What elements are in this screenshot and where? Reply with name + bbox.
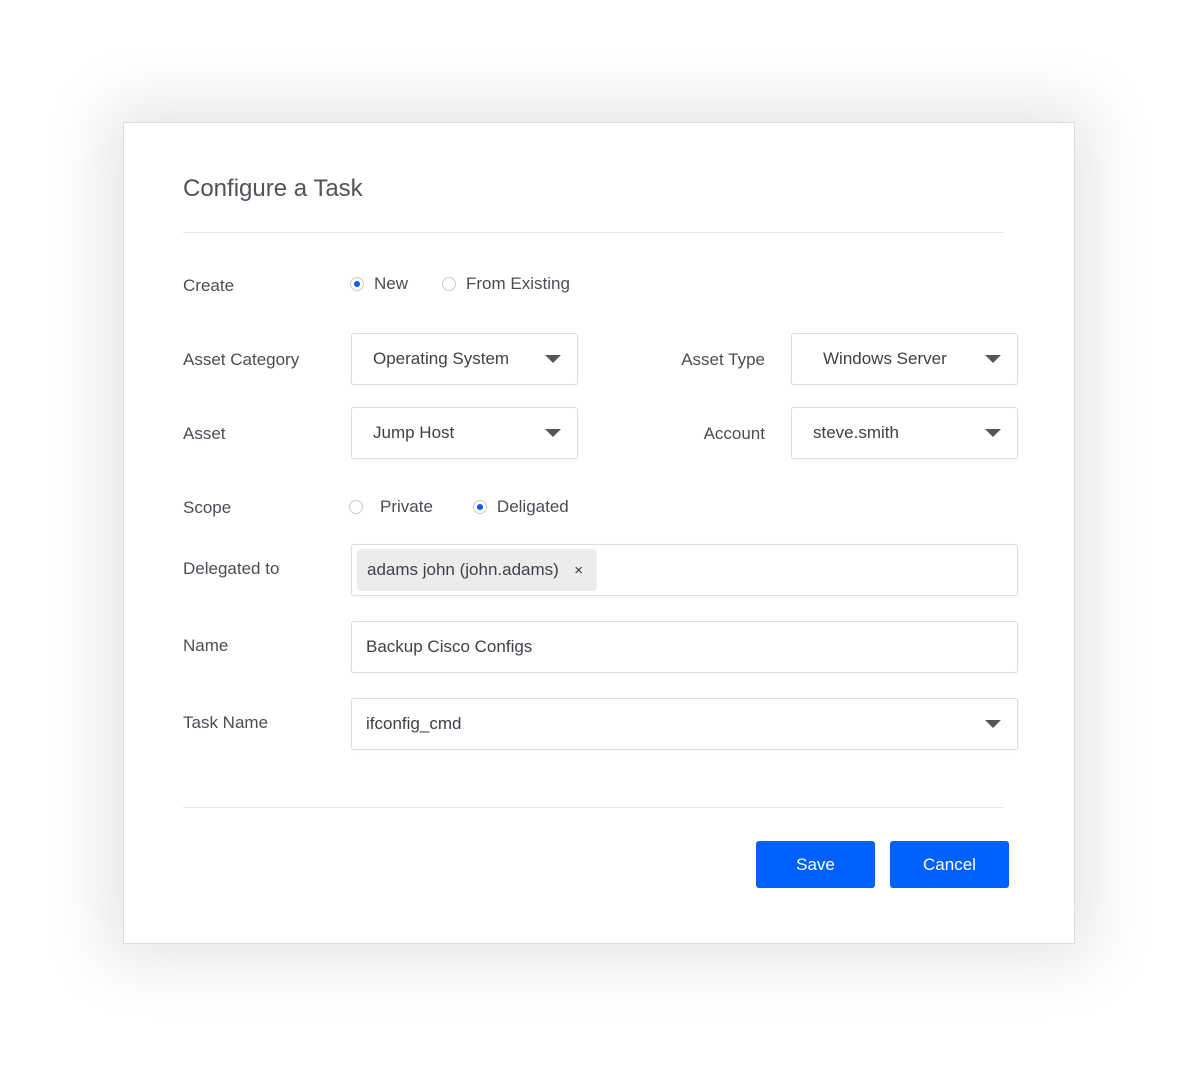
- account-label: Account: [703, 424, 765, 443]
- caret-down-icon: [985, 355, 1001, 363]
- asset-label: Asset: [183, 424, 226, 443]
- cancel-button[interactable]: Cancel: [890, 841, 1009, 888]
- create-radio-group: New From Existing: [350, 274, 570, 294]
- save-button[interactable]: Save: [756, 841, 875, 888]
- header-divider: [183, 232, 1004, 233]
- account-select[interactable]: steve.smith: [791, 407, 1018, 459]
- asset-category-value: Operating System: [373, 349, 510, 368]
- asset-category-select[interactable]: Operating System: [351, 333, 578, 385]
- radio-checked-icon[interactable]: [350, 277, 364, 291]
- asset-category-label: Asset Category: [183, 350, 300, 369]
- name-input[interactable]: Backup Cisco Configs: [351, 621, 1018, 673]
- radio-checked-icon[interactable]: [472, 500, 487, 514]
- create-label: Create: [183, 276, 235, 295]
- configure-task-dialog: Configure a Task Create New From Existin…: [123, 122, 1075, 944]
- scope-option-private-label: Private: [380, 497, 433, 516]
- account-value: steve.smith: [813, 423, 899, 442]
- caret-down-icon: [545, 355, 561, 363]
- asset-type-label: Asset Type: [681, 350, 765, 369]
- delegate-chip-label: adams john (john.adams): [367, 560, 559, 579]
- caret-down-icon: [985, 720, 1001, 728]
- scope-option-private[interactable]: Private: [349, 497, 433, 517]
- delegated-to-input[interactable]: adams john (john.adams) ×: [351, 544, 1018, 596]
- footer-divider: [183, 807, 1004, 808]
- radio-unchecked-icon[interactable]: [349, 500, 363, 514]
- asset-select[interactable]: Jump Host: [351, 407, 578, 459]
- create-option-new-label: New: [374, 274, 409, 293]
- scope-label: Scope: [183, 498, 232, 517]
- create-option-new[interactable]: New: [350, 274, 408, 294]
- create-option-from-existing[interactable]: From Existing: [442, 274, 570, 294]
- delegate-chip: adams john (john.adams) ×: [357, 549, 597, 591]
- close-icon[interactable]: ×: [570, 562, 587, 579]
- task-name-value: ifconfig_cmd: [366, 714, 462, 733]
- scope-option-deligated[interactable]: Deligated: [472, 497, 569, 517]
- caret-down-icon: [985, 429, 1001, 437]
- asset-type-select[interactable]: Windows Server: [791, 333, 1018, 385]
- task-name-label: Task Name: [183, 713, 269, 732]
- radio-unchecked-icon[interactable]: [442, 277, 457, 291]
- name-label: Name: [183, 636, 229, 655]
- asset-type-value: Windows Server: [823, 349, 947, 368]
- caret-down-icon: [545, 429, 561, 437]
- scope-radio-group: Private Deligated: [349, 497, 569, 517]
- dialog-title: Configure a Task: [183, 175, 363, 202]
- task-name-select[interactable]: ifconfig_cmd: [351, 698, 1018, 750]
- asset-value: Jump Host: [373, 423, 455, 442]
- name-value: Backup Cisco Configs: [366, 637, 533, 656]
- create-option-from-existing-label: From Existing: [466, 274, 570, 293]
- scope-option-deligated-label: Deligated: [496, 497, 569, 516]
- delegated-to-label: Delegated to: [183, 559, 280, 578]
